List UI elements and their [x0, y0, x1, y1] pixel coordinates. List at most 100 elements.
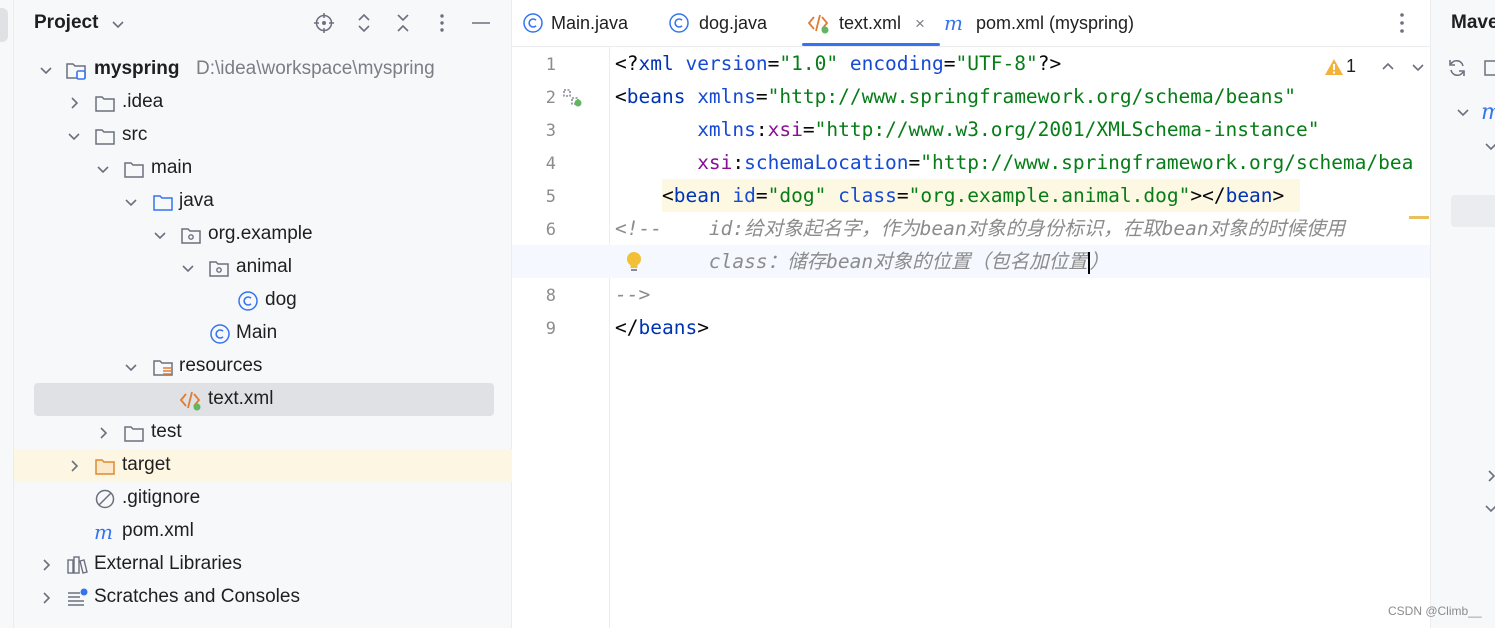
line-number: 3 [545, 121, 556, 141]
code-line-8: --> [615, 283, 651, 306]
tree-row-target[interactable]: target [14, 449, 512, 482]
tree-row-animal[interactable]: animal [14, 251, 512, 284]
chevron-right-icon[interactable] [66, 95, 82, 111]
spring-beans-gutter-icon[interactable] [562, 87, 584, 109]
chevron-right-icon[interactable] [38, 590, 54, 606]
tree-label-java: java [179, 190, 214, 211]
tree-row-main-class[interactable]: Main [14, 317, 512, 350]
tree-row-scratches[interactable]: Scratches and Consoles [14, 581, 512, 614]
tab-main-java[interactable]: Main.java [520, 0, 660, 47]
code-line-6: <!-- id:给对象起名字，作为bean对象的身份标识，在取bean对象的时候… [615, 217, 1346, 240]
code-line-3: xmlns:xsi="http://www.w3.org/2001/XMLSch… [697, 118, 1320, 141]
line-number: 5 [545, 187, 556, 207]
folder-icon [123, 422, 145, 444]
folder-icon [94, 92, 116, 114]
chevron-down-icon[interactable] [1483, 500, 1495, 520]
tree-row-main[interactable]: main [14, 152, 512, 185]
watermark: CSDN @Climb__ [1388, 604, 1482, 618]
tree-row-text-xml[interactable]: text.xml [14, 383, 512, 416]
tree-label-src: src [122, 124, 148, 145]
code-line-4: xsi:schemaLocation="http://www.springfra… [697, 151, 1414, 174]
maven-project-icon: m [1481, 100, 1495, 125]
tree-label-main-class: Main [236, 322, 278, 343]
tab-dog-java[interactable]: dog.java [668, 0, 796, 47]
editor-gutter: 1 2 3 4 5 6 7 8 9 [512, 47, 610, 628]
tree-label-external-libraries: External Libraries [94, 553, 242, 574]
lightbulb-icon[interactable] [624, 250, 644, 274]
code-line-7: class：储存bean对象的位置（包名加位置） [615, 250, 1110, 274]
tree-row-resources[interactable]: resources [14, 350, 512, 383]
tab-text-xml[interactable]: text.xml × [802, 0, 940, 47]
locate-icon[interactable] [313, 12, 335, 34]
chevron-down-icon[interactable] [123, 194, 139, 210]
chevron-down-icon[interactable] [1483, 138, 1495, 158]
tree-label-scratches: Scratches and Consoles [94, 586, 300, 607]
line-number: 9 [545, 319, 556, 339]
tab-pom-xml[interactable]: m pom.xml (myspring) [944, 0, 1154, 47]
tree-label-test: test [151, 421, 182, 442]
close-icon[interactable]: × [915, 14, 925, 34]
tree-row-java[interactable]: java [14, 185, 512, 218]
tree-label-idea: .idea [122, 91, 164, 112]
tree-row-myspring[interactable]: myspring D:\idea\workspace\myspring [14, 53, 512, 86]
line-number: 4 [545, 154, 556, 174]
tree-row-gitignore[interactable]: .gitignore [14, 482, 512, 515]
tree-label-animal: animal [236, 256, 292, 277]
chevron-down-icon[interactable] [38, 62, 54, 78]
tab-label: pom.xml (myspring) [976, 13, 1135, 33]
chevron-down-icon[interactable] [152, 227, 168, 243]
tree-row-test[interactable]: test [14, 416, 512, 449]
warning-count: 1 [1346, 56, 1357, 76]
chevron-down-icon[interactable] [123, 359, 139, 375]
chevron-down-icon[interactable] [1455, 104, 1475, 124]
collapse-all-icon[interactable] [392, 12, 414, 34]
chevron-down-icon[interactable] [95, 161, 111, 177]
tree-label-myspring: myspring [94, 58, 180, 79]
chevron-right-icon[interactable] [1483, 468, 1495, 488]
add-icon[interactable] [1483, 58, 1495, 78]
more-tabs-icon[interactable] [1392, 10, 1412, 36]
code-area[interactable]: <?xml version="1.0" encoding="UTF-8"?> <… [512, 47, 1430, 628]
tree-label-org-example: org.example [208, 223, 313, 244]
chevron-right-icon[interactable] [95, 425, 111, 441]
project-path: D:\idea\workspace\myspring [196, 58, 435, 79]
hide-icon[interactable] [470, 12, 492, 34]
maven-panel: Maven m [1430, 0, 1495, 628]
project-panel-header: Project [14, 0, 512, 48]
chevron-right-icon[interactable] [66, 458, 82, 474]
tree-row-pom-xml[interactable]: m pom.xml [14, 515, 512, 548]
more-options-icon[interactable] [431, 12, 453, 34]
line-number: 8 [545, 286, 556, 306]
chevron-right-icon[interactable] [38, 557, 54, 573]
project-panel-title[interactable]: Project [34, 12, 98, 34]
chevron-down-icon[interactable] [1410, 59, 1426, 75]
resources-folder-icon [152, 356, 174, 378]
scrollbar-warning-marker[interactable] [1409, 216, 1429, 219]
tree-row-external-libraries[interactable]: External Libraries [14, 548, 512, 581]
tree-row-src[interactable]: src [14, 119, 512, 152]
tree-label-text-xml: text.xml [208, 388, 274, 409]
chevron-up-icon[interactable] [1380, 59, 1396, 75]
project-panel: Project myspring D:\idea\workspace\myspr… [14, 0, 512, 628]
expand-all-icon[interactable] [353, 12, 375, 34]
tree-label-resources: resources [179, 355, 263, 376]
line-number: 6 [545, 220, 556, 240]
chevron-down-icon[interactable] [66, 128, 82, 144]
chevron-down-icon[interactable] [180, 260, 196, 276]
editor: Main.java dog.java text.xml × m pom.xml … [512, 0, 1430, 628]
module-folder-icon [65, 59, 87, 81]
tree-row-idea[interactable]: .idea [14, 86, 512, 119]
code-line-1: <?xml version="1.0" encoding="UTF-8"?> [615, 52, 1062, 75]
tree-row-org-example[interactable]: org.example [14, 218, 512, 251]
reload-icon[interactable] [1447, 58, 1467, 78]
class-icon [209, 323, 231, 345]
maven-panel-title[interactable]: Maven [1451, 12, 1495, 34]
maven-selected-node[interactable] [1451, 195, 1495, 227]
tree-row-dog[interactable]: dog [14, 284, 512, 317]
maven-file-icon: m [944, 11, 966, 35]
folder-icon [123, 158, 145, 180]
maven-file-icon: m [94, 520, 116, 544]
chevron-down-icon[interactable] [110, 16, 126, 32]
warning-icon[interactable] [1324, 57, 1344, 77]
project-tool-button[interactable] [0, 8, 8, 42]
